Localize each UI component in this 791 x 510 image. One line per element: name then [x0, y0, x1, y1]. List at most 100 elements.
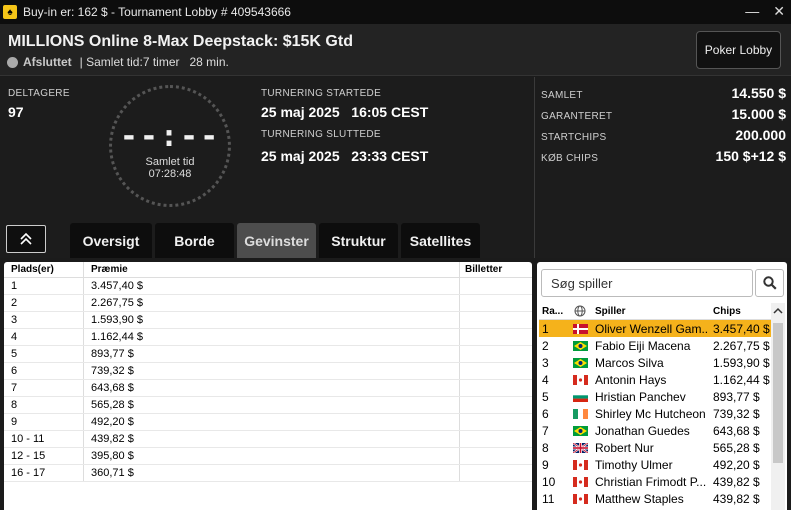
prize-cell: 893,77 $ [83, 346, 459, 362]
tickets-cell [459, 329, 532, 345]
scroll-up-icon [773, 307, 783, 314]
search-icon [762, 276, 777, 290]
flag-cell [569, 442, 591, 453]
player-name-cell: Robert Nur [595, 440, 654, 455]
header-prize[interactable]: Præmie [83, 262, 459, 277]
table-row[interactable]: 5 893,77 $ [4, 346, 532, 363]
header-chips[interactable]: Chips [709, 306, 771, 317]
place-cell: 1 [11, 280, 18, 292]
player-row[interactable]: 9 Timothy Ulmer 492,20 $ [539, 456, 771, 473]
tickets-cell [459, 380, 532, 396]
table-row[interactable]: 3 1.593,90 $ [4, 312, 532, 329]
scrollbar-thumb[interactable] [773, 323, 783, 463]
chips-cell: 439,82 $ [713, 474, 760, 489]
tab-borde[interactable]: Borde [155, 223, 234, 258]
tab-satellites[interactable]: Satellites [401, 223, 480, 258]
table-row[interactable]: 10 - 11 439,82 $ [4, 431, 532, 448]
chips-cell: 1.162,44 $ [713, 372, 770, 387]
tickets-cell [459, 414, 532, 430]
table-row[interactable]: 4 1.162,44 $ [4, 329, 532, 346]
dk-flag-icon [572, 323, 588, 334]
player-table: Ra... Spiller Chips 1 Oliver Wenzell Gam.… [539, 303, 771, 507]
prize-cell: 643,68 $ [83, 380, 459, 396]
tab-gevinster[interactable]: Gevinster [237, 223, 316, 258]
table-row[interactable]: 2 2.267,75 $ [4, 295, 532, 312]
tab-oversigt[interactable]: Oversigt [70, 223, 152, 258]
header-rank[interactable]: Ra... [539, 306, 569, 317]
chips-cell: 643,68 $ [713, 423, 760, 438]
collapse-button[interactable] [6, 225, 46, 253]
total-time-text: | Samlet tid:7 timer 28 min. [79, 55, 229, 69]
minimize-button[interactable]: — [745, 3, 759, 20]
player-name-cell: Antonin Hays [595, 372, 667, 387]
window-title: Buy-in er: 162 $ - Tournament Lobby # 40… [23, 5, 291, 19]
header-place[interactable]: Plads(er) [4, 264, 83, 275]
rank-cell: 11 [542, 491, 555, 506]
search-player-input[interactable]: Søg spiller [541, 269, 753, 297]
clock-label: Samlet tid [145, 155, 195, 168]
player-row[interactable]: 5 Hristian Panchev 893,77 $ [539, 388, 771, 405]
stat-value: 15.000 $ [731, 106, 787, 122]
header-country[interactable] [569, 305, 591, 317]
clock: --:-- Samlet tid 07:28:48 [109, 85, 231, 207]
player-name-cell: Jonathan Guedes [595, 423, 690, 438]
player-row[interactable]: 3 Marcos Silva 1.593,90 $ [539, 354, 771, 371]
rank-cell: 1 [542, 321, 549, 336]
rank-cell: 3 [542, 355, 549, 370]
stat-startchips: STARTCHIPS 200.000 [541, 127, 786, 143]
rank-cell: 7 [542, 423, 549, 438]
prize-rows: 1 3.457,40 $ 2 2.267,75 $ 3 1.593,90 $ 4 1.1… [4, 278, 532, 482]
table-row[interactable]: 12 - 15 395,80 $ [4, 448, 532, 465]
table-row[interactable]: 16 - 17 360,71 $ [4, 465, 532, 482]
br-flag-icon [572, 357, 588, 368]
player-row[interactable]: 10 Christian Frimodt P... 439,82 $ [539, 473, 771, 490]
search-button[interactable] [755, 269, 784, 297]
player-row[interactable]: 4 Antonin Hays 1.162,44 $ [539, 371, 771, 388]
tickets-cell [459, 465, 532, 481]
rank-cell: 6 [542, 406, 549, 421]
header-player[interactable]: Spiller [591, 306, 709, 317]
poker-lobby-button[interactable]: Poker Lobby [696, 31, 781, 69]
prize-cell: 1.162,44 $ [83, 329, 459, 345]
place-cell: 10 - 11 [11, 433, 45, 445]
ca-flag-icon [572, 374, 588, 385]
chips-cell: 3.457,40 $ [713, 321, 770, 336]
flag-cell [569, 340, 591, 351]
chips-cell: 565,28 $ [713, 440, 760, 455]
table-row[interactable]: 9 492,20 $ [4, 414, 532, 431]
close-button[interactable]: ✕ [773, 3, 785, 20]
player-name-cell: Shirley Mc Hutcheon [595, 406, 706, 421]
player-row[interactable]: 7 Jonathan Guedes 643,68 $ [539, 422, 771, 439]
table-row[interactable]: 8 565,28 $ [4, 397, 532, 414]
stat-label: STARTCHIPS [541, 132, 607, 143]
player-name-cell: Matthew Staples [595, 491, 684, 506]
ended-label: TURNERING SLUTTEDE [261, 129, 381, 140]
br-flag-icon [572, 425, 588, 436]
flag-cell [569, 425, 591, 436]
table-row[interactable]: 7 643,68 $ [4, 380, 532, 397]
tickets-cell [459, 397, 532, 413]
place-cell: 8 [11, 399, 18, 411]
player-row[interactable]: 1 Oliver Wenzell Gam... 3.457,40 $ [539, 320, 771, 337]
stat-label: GARANTERET [541, 111, 613, 122]
table-row[interactable]: 6 739,32 $ [4, 363, 532, 380]
place-cell: 12 - 15 [11, 450, 46, 462]
player-rows: 1 Oliver Wenzell Gam... 3.457,40 $ 2 Fabio E… [539, 320, 771, 507]
player-row[interactable]: 6 Shirley Mc Hutcheon 739,32 $ [539, 405, 771, 422]
tab-bar: Oversigt Borde Gevinster Struktur Satell… [70, 223, 480, 258]
flag-cell [569, 374, 591, 385]
header-tickets[interactable]: Billetter [459, 262, 532, 277]
tab-struktur[interactable]: Struktur [319, 223, 398, 258]
player-row[interactable]: 2 Fabio Eiji Macena 2.267,75 $ [539, 337, 771, 354]
player-scrollbar[interactable] [771, 303, 785, 510]
table-row[interactable]: 1 3.457,40 $ [4, 278, 532, 295]
prize-cell: 3.457,40 $ [83, 278, 459, 294]
rank-cell: 4 [542, 372, 549, 387]
tournament-info: DELTAGERE 97 --:-- Samlet tid 07:28:48 T… [0, 77, 534, 258]
participants-label: DELTAGERE [8, 88, 70, 99]
player-row[interactable]: 11 Matthew Staples 439,82 $ [539, 490, 771, 507]
participants-value: 97 [8, 104, 24, 120]
chips-cell: 492,20 $ [713, 457, 760, 472]
player-row[interactable]: 8 Robert Nur 565,28 $ [539, 439, 771, 456]
prize-table: Plads(er) Præmie Billetter 1 3.457,40 $ 2… [4, 262, 532, 510]
